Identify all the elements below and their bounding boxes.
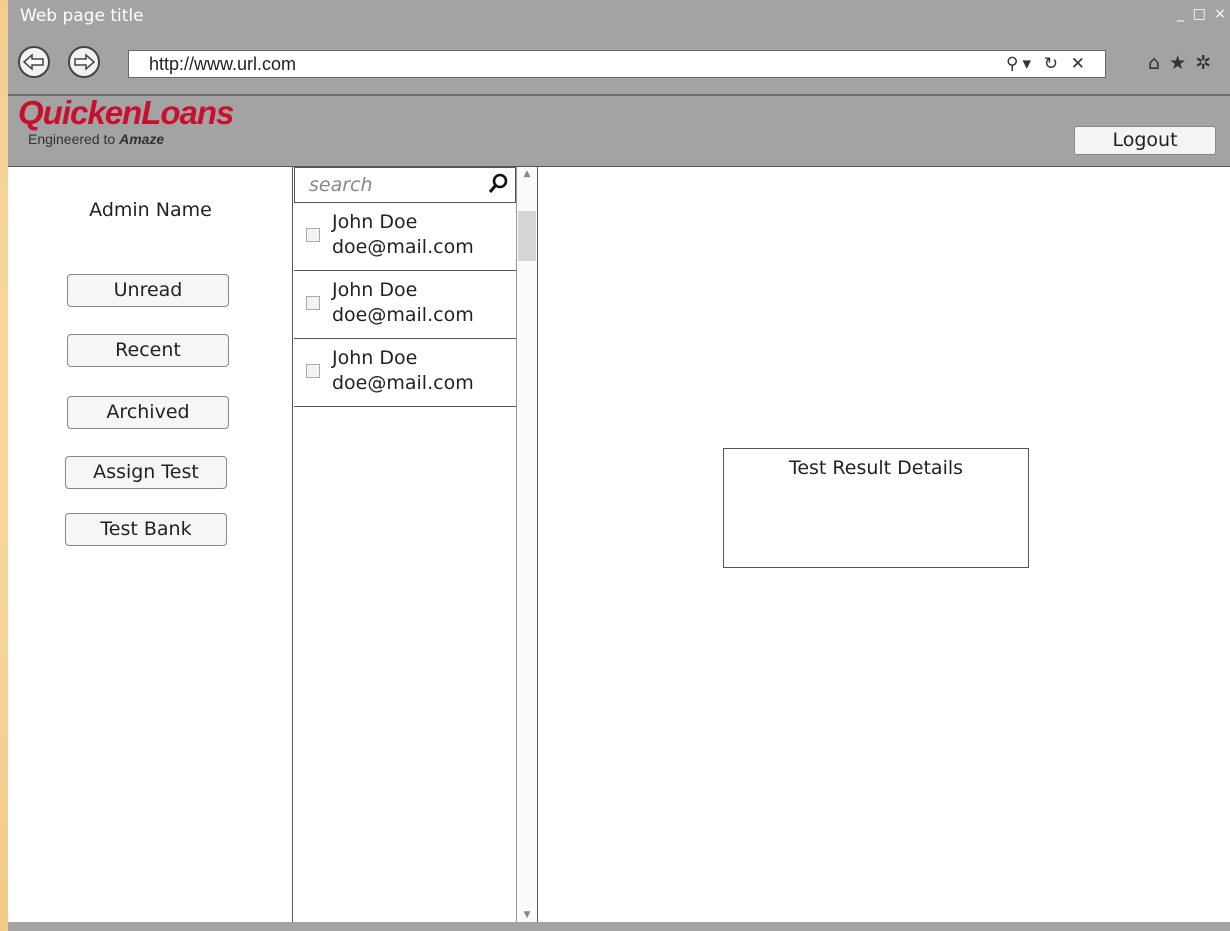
main-content: Admin Name Unread Recent Archived Assign…: [8, 166, 1230, 922]
sidebar: Admin Name Unread Recent Archived Assign…: [8, 167, 293, 922]
home-icon[interactable]: ⌂: [1148, 52, 1160, 74]
star-icon[interactable]: ★: [1169, 52, 1186, 74]
back-button[interactable]: [18, 46, 50, 78]
list-scrollbar[interactable]: ▲ ▼: [516, 167, 538, 922]
details-title: Test Result Details: [788, 457, 964, 479]
admin-name: Admin Name: [89, 199, 212, 221]
item-email: doe@mail.com: [332, 372, 474, 394]
address-bar-icons: ⚲▾ ↻ ✕: [1006, 51, 1089, 77]
forward-arrow-icon: [74, 53, 95, 71]
title-bar: Web page title _ □ ×: [8, 0, 1230, 36]
logo-tagline-prefix: Engineered to: [28, 131, 116, 147]
list-item[interactable]: John Doe doe@mail.com: [294, 271, 516, 339]
back-arrow-icon: [23, 53, 44, 71]
list-item[interactable]: John Doe doe@mail.com: [294, 339, 516, 407]
item-name: John Doe: [332, 279, 418, 301]
close-icon[interactable]: ✕: [1071, 54, 1089, 73]
address-bar[interactable]: http://www.url.com ⚲▾ ↻ ✕: [128, 50, 1106, 78]
user-list-panel: John Doe doe@mail.com John Doe doe@mail.…: [294, 167, 516, 922]
logo-brand: QuickenLoans: [18, 94, 234, 131]
search-box: [294, 167, 516, 203]
search-input[interactable]: [301, 171, 497, 199]
close-window-icon[interactable]: ×: [1214, 6, 1226, 22]
browser-window: Web page title _ □ × http://www.url.com …: [8, 0, 1230, 931]
item-checkbox[interactable]: [306, 296, 320, 310]
archived-button[interactable]: Archived: [67, 396, 229, 429]
scroll-down-icon[interactable]: ▼: [517, 910, 537, 920]
logo-tagline: Engineered to Amaze: [28, 131, 233, 147]
search-dropdown-icon[interactable]: ⚲▾: [1006, 54, 1035, 73]
window-controls: _ □ ×: [1173, 6, 1226, 22]
app-header: QuickenLoans Engineered to Amaze Logout: [8, 96, 1230, 166]
logo-tagline-emphasis: Amaze: [119, 131, 165, 147]
url-text: http://www.url.com: [149, 54, 297, 74]
item-email: doe@mail.com: [332, 304, 474, 326]
scroll-thumb[interactable]: [518, 211, 536, 261]
browser-toolbar-icons: ⌂ ★ ✲: [1148, 50, 1214, 76]
test-result-details-panel: Test Result Details: [723, 448, 1029, 568]
refresh-icon[interactable]: ↻: [1044, 54, 1062, 73]
assign-test-button[interactable]: Assign Test: [65, 456, 227, 489]
gear-icon[interactable]: ✲: [1195, 52, 1211, 74]
logout-button[interactable]: Logout: [1074, 126, 1216, 155]
item-name: John Doe: [332, 347, 418, 369]
test-bank-button[interactable]: Test Bank: [65, 513, 227, 546]
item-email: doe@mail.com: [332, 236, 474, 258]
unread-button[interactable]: Unread: [67, 274, 229, 307]
recent-button[interactable]: Recent: [67, 334, 229, 367]
quicken-loans-logo[interactable]: QuickenLoans Engineered to Amaze: [18, 96, 234, 147]
list-item[interactable]: John Doe doe@mail.com: [294, 203, 516, 271]
item-name: John Doe: [332, 211, 418, 233]
maximize-icon[interactable]: □: [1193, 6, 1206, 22]
item-checkbox[interactable]: [306, 364, 320, 378]
navigation-bar: http://www.url.com ⚲▾ ↻ ✕ ⌂ ★ ✲: [8, 38, 1230, 92]
window-title: Web page title: [20, 6, 144, 26]
item-checkbox[interactable]: [306, 228, 320, 242]
window-bottom-border: [8, 922, 1230, 931]
minimize-icon[interactable]: _: [1177, 6, 1184, 22]
search-icon[interactable]: [487, 172, 509, 196]
scroll-up-icon[interactable]: ▲: [517, 169, 537, 179]
forward-button[interactable]: [68, 46, 100, 78]
